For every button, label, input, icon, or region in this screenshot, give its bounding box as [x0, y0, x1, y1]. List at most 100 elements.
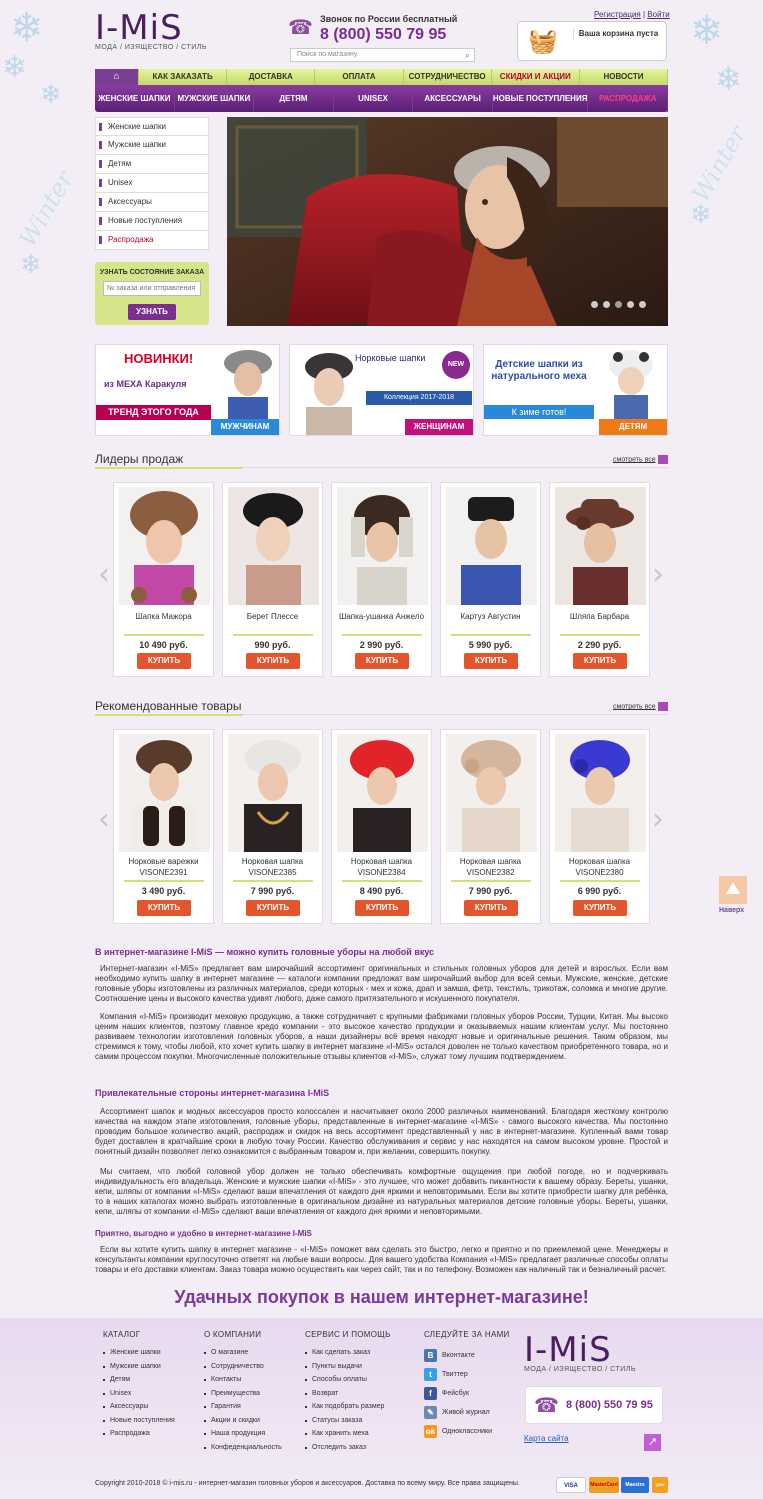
buy-button[interactable]: КУПИТЬ	[573, 900, 627, 916]
product-card[interactable]: Норковая шапка VISONE2385 7 990 руб. КУПИ…	[222, 729, 323, 924]
footer-link[interactable]: Распродажа	[103, 1430, 175, 1444]
buy-button[interactable]: КУПИТЬ	[355, 900, 409, 916]
search-input[interactable]: Поиск по магазину ⌕	[290, 48, 475, 62]
hero-slider[interactable]	[227, 117, 668, 326]
footer-link[interactable]: Женские шапки	[103, 1349, 175, 1363]
social-link-livejournal[interactable]: ✎ Живой журнал	[424, 1406, 510, 1425]
footer-link[interactable]: Мужские шапки	[103, 1363, 175, 1377]
carousel-next-icon[interactable]: ›	[652, 800, 666, 840]
product-card[interactable]: Норковая шапка VISONE2380 6 990 руб. КУПИ…	[549, 729, 650, 924]
slider-dot[interactable]	[591, 301, 598, 308]
home-icon[interactable]: ⌂	[95, 69, 139, 85]
nav-new[interactable]: НОВЫЕ ПОСТУПЛЕНИЯ	[493, 85, 589, 112]
nav-payment[interactable]: ОПЛАТА	[315, 69, 404, 85]
buy-button[interactable]: КУПИТЬ	[246, 653, 300, 669]
product-card[interactable]: Норковые варежки VISONE2391 3 490 руб. КУ…	[113, 729, 214, 924]
nav-kids[interactable]: ДЕТЯМ	[254, 85, 334, 112]
product-card[interactable]: Берет Плессе 990 руб. КУПИТЬ	[222, 482, 323, 677]
buy-button[interactable]: КУПИТЬ	[573, 653, 627, 669]
nav-how-to-order[interactable]: КАК ЗАКАЗАТЬ	[139, 69, 228, 85]
product-name[interactable]: Шапка Мажора	[114, 611, 213, 622]
product-card[interactable]: Норковая шапка VISONE2382 7 990 руб. КУПИ…	[440, 729, 541, 924]
footer-link[interactable]: Отследить заказ	[305, 1444, 391, 1458]
see-all-bestsellers[interactable]: смотреть все	[613, 455, 668, 464]
check-order-button[interactable]: УЗНАТЬ	[128, 304, 176, 320]
product-name[interactable]: Норковая шапка VISONE2385	[223, 856, 322, 878]
nav-women[interactable]: ЖЕНСКИЕ ШАПКИ	[95, 85, 175, 112]
product-name[interactable]: Картуз Августин	[441, 611, 540, 622]
footer-link[interactable]: Контакты	[204, 1376, 282, 1390]
product-name[interactable]: Шляпа Барбара	[550, 611, 649, 622]
footer-link[interactable]: Статусы заказа	[305, 1417, 391, 1431]
carousel-prev-icon[interactable]: ‹	[98, 555, 112, 595]
product-card[interactable]: Шапка-ушанка Анжело 2 990 руб. КУПИТЬ	[331, 482, 432, 677]
buy-button[interactable]: КУПИТЬ	[137, 653, 191, 669]
footer-link[interactable]: Детям	[103, 1376, 175, 1390]
social-link-ok[interactable]: ok Одноклассники	[424, 1425, 510, 1444]
nav-cooperation[interactable]: СОТРУДНИЧЕСТВО	[404, 69, 492, 85]
login-link[interactable]: Войти	[647, 10, 669, 19]
nav-delivery[interactable]: ДОСТАВКА	[227, 69, 316, 85]
social-link-vk[interactable]: B Вконтакте	[424, 1349, 510, 1368]
product-name[interactable]: Шапка-ушанка Анжело	[332, 611, 431, 622]
footer-link[interactable]: Преимущества	[204, 1390, 282, 1404]
footer-link[interactable]: Акции и скидки	[204, 1417, 282, 1431]
sitemap-link[interactable]: Карта сайта	[524, 1434, 569, 1443]
footer-link[interactable]: Наша продукция	[204, 1430, 282, 1444]
nav-sale[interactable]: РАСПРОДАЖА	[588, 85, 669, 112]
footer-link[interactable]: Как хранить меха	[305, 1430, 391, 1444]
sidebar-item-accessories[interactable]: Аксессуары	[95, 193, 209, 212]
footer-logo[interactable]: I-MiS МОДА / ИЗЯЩЕСТВО / СТИЛЬ	[524, 1330, 636, 1373]
footer-link[interactable]: Новые поступления	[103, 1417, 175, 1431]
footer-link[interactable]: Конфеденциальность	[204, 1444, 282, 1458]
scroll-up-label[interactable]: Наверх	[719, 907, 744, 914]
buy-button[interactable]: КУПИТЬ	[355, 653, 409, 669]
product-name[interactable]: Норковая шапка VISONE2382	[441, 856, 540, 878]
slider-dot[interactable]	[627, 301, 634, 308]
phone-number[interactable]: 8 (800) 550 79 95	[320, 26, 446, 44]
sidebar-item-sale[interactable]: Распродажа	[95, 231, 209, 250]
footer-link[interactable]: Как подобрать размер	[305, 1403, 391, 1417]
sidebar-item-new[interactable]: Новые поступления	[95, 212, 209, 231]
footer-link[interactable]: Способы оплаты	[305, 1376, 391, 1390]
product-name[interactable]: Норковая шапка VISONE2380	[550, 856, 649, 878]
footer-link[interactable]: Гарантия	[204, 1403, 282, 1417]
product-card[interactable]: Шапка Мажора 10 490 руб. КУПИТЬ	[113, 482, 214, 677]
nav-men[interactable]: МУЖСКИЕ ШАПКИ	[175, 85, 255, 112]
footer-link[interactable]: О магазине	[204, 1349, 282, 1363]
buy-button[interactable]: КУПИТЬ	[246, 900, 300, 916]
footer-phone-number[interactable]: 8 (800) 550 79 95	[566, 1399, 653, 1411]
site-logo[interactable]: I-MiS МОДА / ИЗЯЩЕСТВО / СТИЛЬ	[95, 8, 207, 51]
arrow-diagonal-icon[interactable]: ↗	[644, 1434, 661, 1451]
carousel-next-icon[interactable]: ›	[652, 555, 666, 595]
buy-button[interactable]: КУПИТЬ	[137, 900, 191, 916]
scroll-up-button[interactable]	[719, 876, 747, 904]
footer-link[interactable]: Unisex	[103, 1390, 175, 1404]
sidebar-item-unisex[interactable]: Unisex	[95, 174, 209, 193]
slider-dot[interactable]	[615, 301, 622, 308]
footer-link[interactable]: Как сделать заказ	[305, 1349, 391, 1363]
footer-link[interactable]: Аксессуары	[103, 1403, 175, 1417]
register-link[interactable]: Регистрация	[594, 10, 641, 19]
product-card[interactable]: Шляпа Барбара 2 290 руб. КУПИТЬ	[549, 482, 650, 677]
product-card[interactable]: Норковая шапка VISONE2384 8 490 руб. КУПИ…	[331, 729, 432, 924]
slider-dot[interactable]	[603, 301, 610, 308]
slider-dot[interactable]	[639, 301, 646, 308]
buy-button[interactable]: КУПИТЬ	[464, 900, 518, 916]
carousel-prev-icon[interactable]: ‹	[98, 800, 112, 840]
nav-accessories[interactable]: АКСЕССУАРЫ	[413, 85, 493, 112]
sidebar-item-men[interactable]: Мужские шапки	[95, 136, 209, 155]
social-link-facebook[interactable]: f Фейсбук	[424, 1387, 510, 1406]
order-number-input[interactable]: № заказа или отправления	[103, 281, 201, 296]
sidebar-item-kids[interactable]: Детям	[95, 155, 209, 174]
nav-discounts[interactable]: СКИДКИ И АКЦИИ	[492, 69, 580, 85]
nav-unisex[interactable]: UNISEX	[334, 85, 414, 112]
see-all-recommended[interactable]: смотреть все	[613, 702, 668, 711]
sidebar-item-women[interactable]: Женские шапки	[95, 117, 209, 136]
footer-link[interactable]: Сотрудничество	[204, 1363, 282, 1377]
banner-women[interactable]: Норковые шапки NEW Коллекция 2017-2018 Ж…	[289, 344, 474, 436]
product-name[interactable]: Норковые варежки VISONE2391	[114, 856, 213, 878]
banner-kids[interactable]: Детские шапки из натурального меха К зим…	[483, 344, 668, 436]
buy-button[interactable]: КУПИТЬ	[464, 653, 518, 669]
footer-link[interactable]: Возврат	[305, 1390, 391, 1404]
